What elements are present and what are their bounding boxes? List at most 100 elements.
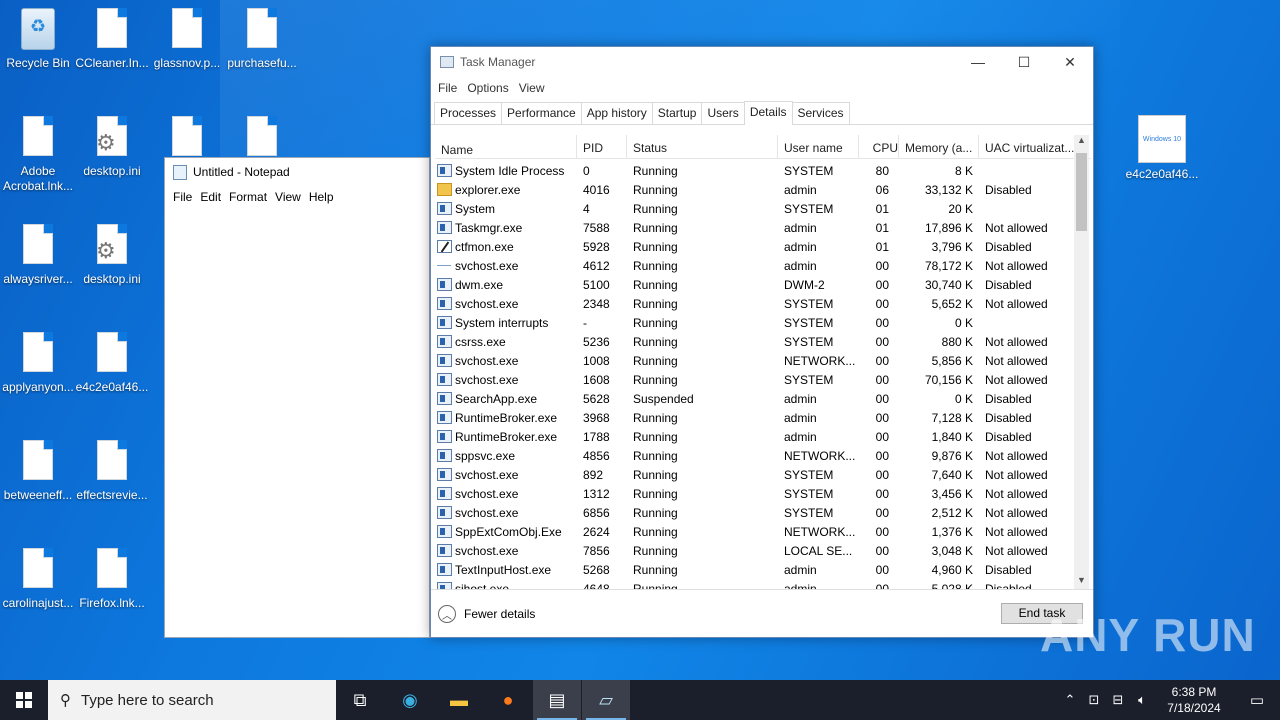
table-row[interactable]: System 4 Running SYSTEM 01 20 K bbox=[435, 199, 1091, 218]
cell-pid: 5928 bbox=[583, 239, 610, 254]
table-row[interactable]: svchost.exe 2348 Running SYSTEM 00 5,652 K Not… bbox=[435, 294, 1091, 313]
notepad-taskbar-icon[interactable]: ▱ bbox=[582, 680, 630, 720]
cell-status: Running bbox=[633, 258, 678, 273]
notepad-titlebar[interactable]: Untitled - Notepad bbox=[165, 158, 429, 186]
tm-menu-options[interactable]: Options bbox=[466, 81, 517, 95]
column-header-uac[interactable]: UAC virtualizat... bbox=[979, 135, 1077, 158]
table-row[interactable]: svchost.exe 4612 Running admin 00 78,172 K Not… bbox=[435, 256, 1091, 275]
tab-details[interactable]: Details bbox=[743, 101, 793, 125]
volume-icon[interactable]: 🔈︎ bbox=[1130, 692, 1154, 708]
task-manager-window[interactable]: Task Manager — ☐ ✕ File Options View Pro… bbox=[430, 46, 1094, 638]
tm-menu-view[interactable]: View bbox=[518, 81, 554, 95]
tab-startup[interactable]: Startup bbox=[651, 102, 703, 124]
scrollbar-thumb[interactable] bbox=[1076, 153, 1087, 231]
table-row[interactable]: svchost.exe 892 Running SYSTEM 00 7,640 K Not … bbox=[435, 465, 1091, 484]
start-button[interactable] bbox=[0, 680, 48, 720]
notification-icon[interactable]: ▭ bbox=[1234, 691, 1280, 709]
table-row[interactable]: ctfmon.exe 5928 Running admin 01 3,796 K Disab… bbox=[435, 237, 1091, 256]
vertical-scrollbar[interactable]: ▲ ▼ bbox=[1074, 135, 1089, 589]
notepad-menu-help[interactable]: Help bbox=[308, 190, 341, 204]
close-button[interactable]: ✕ bbox=[1047, 47, 1093, 77]
desktop-icon-glassnov[interactable]: glassnov.p... bbox=[149, 8, 225, 71]
minimize-button[interactable]: — bbox=[955, 47, 1001, 77]
clock[interactable]: 6:38 PM 7/18/2024 bbox=[1154, 684, 1234, 716]
taskbar-search-box[interactable]: ⚲ Type here to search bbox=[48, 680, 336, 720]
tab-users[interactable]: Users bbox=[701, 102, 745, 124]
fewer-details-button[interactable]: ︿ Fewer details bbox=[438, 605, 535, 623]
maximize-button[interactable]: ☐ bbox=[1001, 47, 1047, 77]
table-row[interactable]: svchost.exe 6856 Running SYSTEM 00 2,512 K Not… bbox=[435, 503, 1091, 522]
table-row[interactable]: SearchApp.exe 5628 Suspended admin 00 0 K Disa… bbox=[435, 389, 1091, 408]
scroll-up-arrow-icon[interactable]: ▲ bbox=[1074, 135, 1089, 149]
tab-app-history[interactable]: App history bbox=[580, 102, 653, 124]
file-explorer-icon[interactable]: ▬ bbox=[435, 680, 483, 720]
desktop-icon-recycle-bin[interactable]: ♻ Recycle Bin bbox=[0, 8, 76, 71]
column-header-status[interactable]: Status bbox=[627, 135, 778, 158]
desktop-icon-desktop-ini-1[interactable]: ⚙ desktop.ini bbox=[74, 116, 150, 179]
table-row[interactable]: SppExtComObj.Exe 2624 Running NETWORK... 00 1… bbox=[435, 522, 1091, 541]
cell-memory: 8 K bbox=[954, 163, 973, 178]
scroll-down-arrow-icon[interactable]: ▼ bbox=[1074, 575, 1089, 589]
notepad-window[interactable]: Untitled - Notepad File Edit Format View… bbox=[164, 157, 430, 638]
desktop-icon-firefox[interactable]: Firefox.lnk... bbox=[74, 548, 150, 611]
table-row[interactable]: svchost.exe 1312 Running SYSTEM 00 3,456 K Not… bbox=[435, 484, 1091, 503]
cell-status: Running bbox=[633, 239, 678, 254]
cell-memory: 78,172 K bbox=[924, 258, 973, 273]
table-row[interactable]: svchost.exe 1608 Running SYSTEM 00 70,156 K No… bbox=[435, 370, 1091, 389]
cell-pid: 1788 bbox=[583, 429, 610, 444]
firefox-icon[interactable]: ● bbox=[484, 680, 532, 720]
table-row[interactable]: RuntimeBroker.exe 1788 Running admin 00 1,840… bbox=[435, 427, 1091, 446]
desktop-icon-e4c2e0af46[interactable]: e4c2e0af46... bbox=[74, 332, 150, 395]
desktop-icon-e4c2e0af46-exe[interactable]: Windows 10 e4c2e0af46... bbox=[1124, 115, 1200, 182]
table-row[interactable]: svchost.exe 1008 Running NETWORK... 00 5,856 … bbox=[435, 351, 1091, 370]
cell-uac: Not allowed bbox=[985, 258, 1048, 273]
process-icon bbox=[437, 525, 452, 538]
column-header-user-name[interactable]: User name bbox=[778, 135, 859, 158]
edge-icon[interactable]: ◉ bbox=[386, 680, 434, 720]
tab-processes[interactable]: Processes bbox=[434, 102, 503, 124]
column-header-memory[interactable]: Memory (a... bbox=[899, 135, 979, 158]
desktop-icon-betweeneff[interactable]: betweeneff... bbox=[0, 440, 76, 503]
table-row[interactable]: dwm.exe 5100 Running DWM-2 00 30,740 K Disable… bbox=[435, 275, 1091, 294]
task-manager-taskbar-icon[interactable]: ▤ bbox=[533, 680, 581, 720]
notepad-menu-format[interactable]: Format bbox=[228, 190, 274, 204]
desktop-icon-ccleaner[interactable]: CCleaner.In... bbox=[74, 8, 150, 71]
tab-performance[interactable]: Performance bbox=[501, 102, 582, 124]
desktop-icon-applyanyon[interactable]: applyanyon... bbox=[0, 332, 76, 395]
table-row[interactable]: System Idle Process 0 Running SYSTEM 80 8 K bbox=[435, 161, 1091, 180]
column-header-name[interactable]: Name bbox=[435, 135, 577, 158]
desktop-icon-purchasefu[interactable]: purchasefu... bbox=[224, 8, 300, 71]
cell-cpu: 01 bbox=[875, 220, 889, 235]
table-row[interactable]: svchost.exe 7856 Running LOCAL SE... 00 3,048… bbox=[435, 541, 1091, 560]
tm-menu-file[interactable]: File bbox=[437, 81, 466, 95]
column-header-cpu[interactable]: CPU bbox=[859, 135, 899, 158]
cell-status: Running bbox=[633, 467, 678, 482]
table-row[interactable]: sihost.exe 4648 Running admin 00 5,028 K Disab… bbox=[435, 579, 1091, 589]
table-row[interactable]: csrss.exe 5236 Running SYSTEM 00 880 K Not all… bbox=[435, 332, 1091, 351]
table-row[interactable]: sppsvc.exe 4856 Running NETWORK... 00 9,876 K… bbox=[435, 446, 1091, 465]
cell-memory: 880 K bbox=[941, 334, 973, 349]
notepad-menu-view[interactable]: View bbox=[274, 190, 308, 204]
tab-services[interactable]: Services bbox=[791, 102, 850, 124]
notepad-menubar: File Edit Format View Help bbox=[165, 186, 429, 208]
table-row[interactable]: RuntimeBroker.exe 3968 Running admin 00 7,128… bbox=[435, 408, 1091, 427]
desktop-icon-alwaysriver[interactable]: alwaysriver... bbox=[0, 224, 76, 287]
desktop-icon-desktop-ini-2[interactable]: ⚙ desktop.ini bbox=[74, 224, 150, 287]
table-row[interactable]: Taskmgr.exe 7588 Running admin 01 17,896 K Not… bbox=[435, 218, 1091, 237]
notepad-text-area[interactable] bbox=[165, 208, 429, 637]
desktop-icon-adobe[interactable]: Adobe Acrobat.lnk... bbox=[0, 116, 76, 194]
notepad-menu-file[interactable]: File bbox=[172, 190, 199, 204]
network-icon[interactable]: ⊟ bbox=[1106, 692, 1130, 708]
cell-uac: Not allowed bbox=[985, 448, 1048, 463]
cell-memory: 4,960 K bbox=[931, 562, 973, 577]
desktop-icon-effectsrevie[interactable]: effectsrevie... bbox=[74, 440, 150, 503]
table-row[interactable]: explorer.exe 4016 Running admin 06 33,132 K Di… bbox=[435, 180, 1091, 199]
device-icon[interactable]: ⊡ bbox=[1082, 692, 1106, 708]
notepad-menu-edit[interactable]: Edit bbox=[199, 190, 228, 204]
table-row[interactable]: System interrupts - Running SYSTEM 00 0 K bbox=[435, 313, 1091, 332]
show-hidden-icons-chevron-icon[interactable]: ⌃ bbox=[1058, 692, 1082, 708]
column-header-pid[interactable]: PID bbox=[577, 135, 627, 158]
table-row[interactable]: TextInputHost.exe 5268 Running admin 00 4,960… bbox=[435, 560, 1091, 579]
desktop-icon-carolinajust[interactable]: carolinajust... bbox=[0, 548, 76, 611]
task-view-icon[interactable]: ⧉ bbox=[336, 680, 384, 720]
